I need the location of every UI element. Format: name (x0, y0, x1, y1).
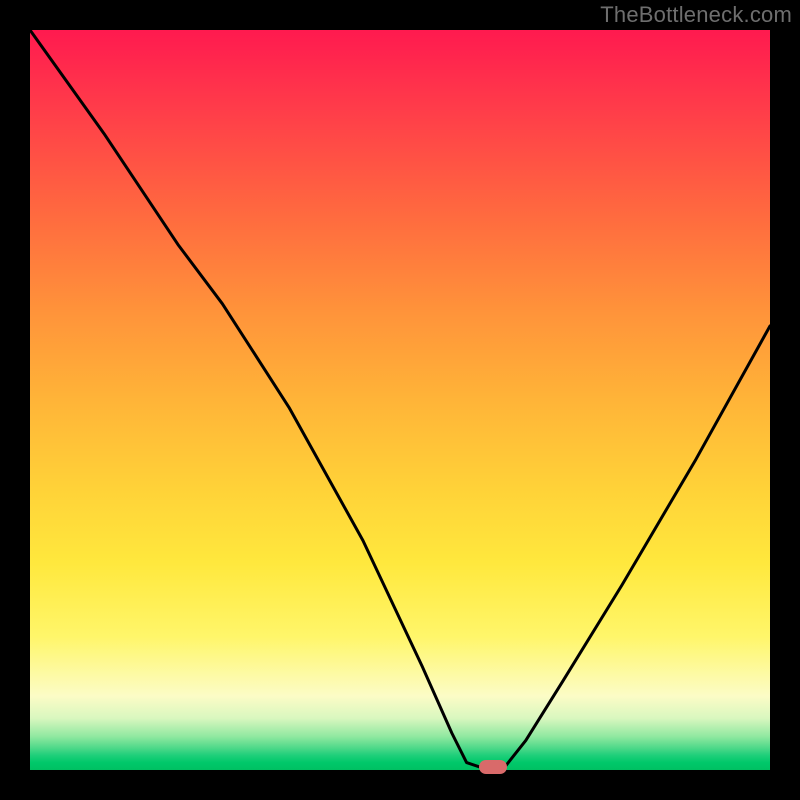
curve-svg (30, 30, 770, 770)
bottleneck-curve (30, 30, 770, 770)
watermark-text: TheBottleneck.com (600, 2, 792, 28)
plot-area (30, 30, 770, 770)
chart-frame: TheBottleneck.com (0, 0, 800, 800)
optimal-marker (479, 760, 507, 774)
